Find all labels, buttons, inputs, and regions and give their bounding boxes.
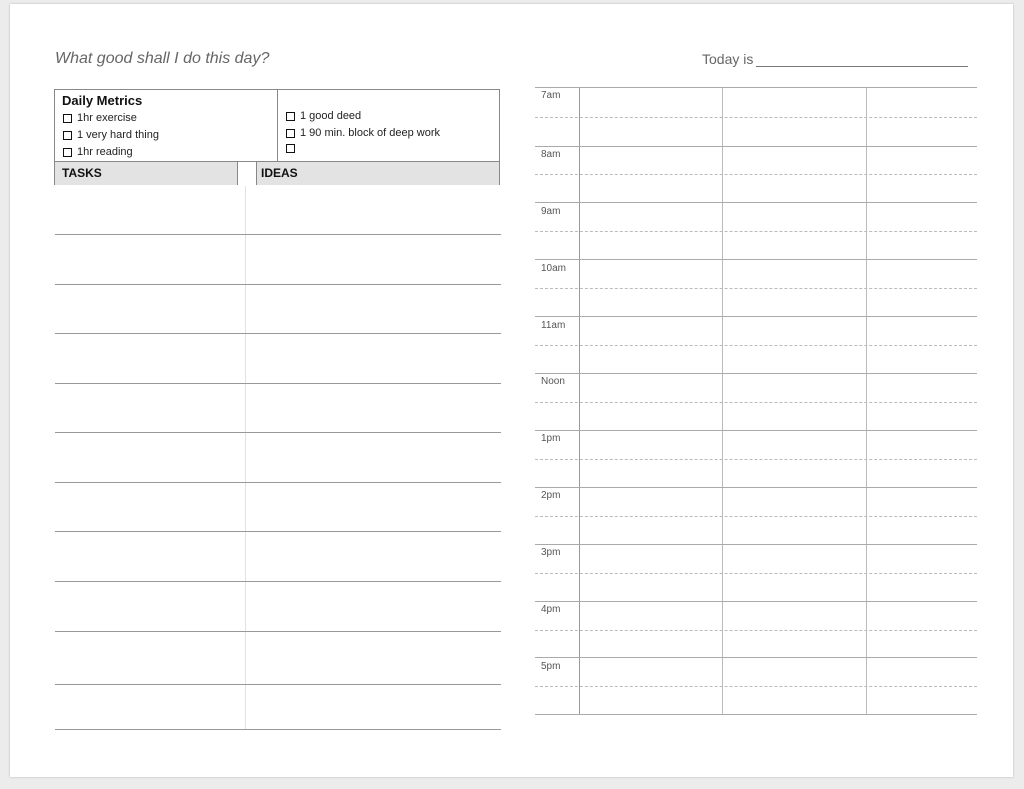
metric-label: 1 90 min. block of deep work [300, 127, 441, 139]
task-row-line[interactable] [55, 482, 501, 483]
task-row-line[interactable] [55, 333, 501, 334]
metric-good-deed[interactable]: 1 good deed [286, 110, 361, 122]
half-hour-line [535, 402, 977, 403]
hour-line [535, 601, 977, 602]
half-hour-line [535, 117, 977, 118]
metric-label: 1hr reading [77, 146, 133, 158]
task-row-line[interactable] [55, 383, 501, 384]
checkbox-icon[interactable] [286, 128, 295, 138]
half-hour-line [535, 345, 977, 346]
hour-line [535, 87, 977, 88]
time-label-2pm: 2pm [541, 490, 561, 501]
half-hour-line [535, 231, 977, 232]
half-hour-line [535, 630, 977, 631]
task-row-line[interactable] [55, 284, 501, 285]
time-label-3pm: 3pm [541, 547, 561, 558]
schedule-time-divider [579, 87, 580, 715]
hour-line [535, 146, 977, 147]
metrics-title: Daily Metrics [62, 93, 143, 108]
time-label-10am: 10am [541, 263, 567, 274]
checkbox-icon[interactable] [63, 147, 72, 157]
time-label-11am: 11am [541, 320, 566, 331]
half-hour-line [535, 516, 977, 517]
task-row-line[interactable] [55, 432, 501, 433]
hour-line [535, 316, 977, 317]
time-label-7am: 7am [541, 90, 561, 101]
half-hour-line [535, 459, 977, 460]
metric-label: 1 good deed [300, 110, 362, 122]
metrics-divider [277, 90, 278, 161]
date-blank-line[interactable] [756, 66, 968, 67]
metric-label: 1 very hard thing [77, 129, 159, 141]
hour-line [535, 202, 977, 203]
time-label-9am: 9am [541, 206, 561, 217]
checkbox-icon[interactable] [63, 113, 72, 123]
schedule-column-divider [866, 87, 867, 715]
hour-line [535, 657, 977, 658]
time-label-8am: 8am [541, 149, 561, 160]
hour-line [535, 373, 977, 374]
half-hour-line [535, 686, 977, 687]
metric-deep-work[interactable]: 1 90 min. block of deep work [286, 127, 440, 139]
task-row-line[interactable] [55, 234, 501, 235]
metric-reading[interactable]: 1hr reading [63, 146, 133, 158]
task-row-line[interactable] [55, 684, 501, 685]
checkbox-icon[interactable] [286, 111, 295, 121]
half-hour-line [535, 288, 977, 289]
hour-line [535, 259, 977, 260]
today-label: Today is [702, 51, 754, 67]
half-hour-line [535, 174, 977, 175]
hour-line [535, 487, 977, 488]
half-hour-line [535, 573, 977, 574]
daily-metrics-box: Daily Metrics 1hr exercise 1 very hard t… [54, 89, 500, 185]
checkbox-icon[interactable] [286, 144, 295, 153]
schedule-column-divider [722, 87, 723, 715]
tasks-ideas-divider [245, 186, 246, 729]
task-row-line[interactable] [55, 631, 501, 632]
time-label-4pm: 4pm [541, 604, 561, 615]
task-row-line[interactable] [55, 729, 501, 730]
tasks-header: TASKS [62, 166, 102, 180]
time-label-5pm: 5pm [541, 661, 561, 672]
column-header-gap [237, 162, 257, 185]
ideas-header: IDEAS [261, 166, 298, 180]
hour-line [535, 714, 977, 715]
checkbox-icon[interactable] [63, 130, 72, 140]
metric-label: 1hr exercise [77, 112, 137, 124]
page-prompt: What good shall I do this day? [55, 50, 270, 67]
task-row-line[interactable] [55, 581, 501, 582]
hour-line [535, 544, 977, 545]
time-label-1pm: 1pm [541, 433, 561, 444]
hour-line [535, 430, 977, 431]
column-header-band: TASKS IDEAS [55, 161, 499, 185]
metric-exercise[interactable]: 1hr exercise [63, 112, 137, 124]
task-row-line[interactable] [55, 531, 501, 532]
time-label-noon: Noon [541, 376, 565, 387]
metric-blank[interactable] [286, 144, 300, 153]
metric-hard-thing[interactable]: 1 very hard thing [63, 129, 159, 141]
